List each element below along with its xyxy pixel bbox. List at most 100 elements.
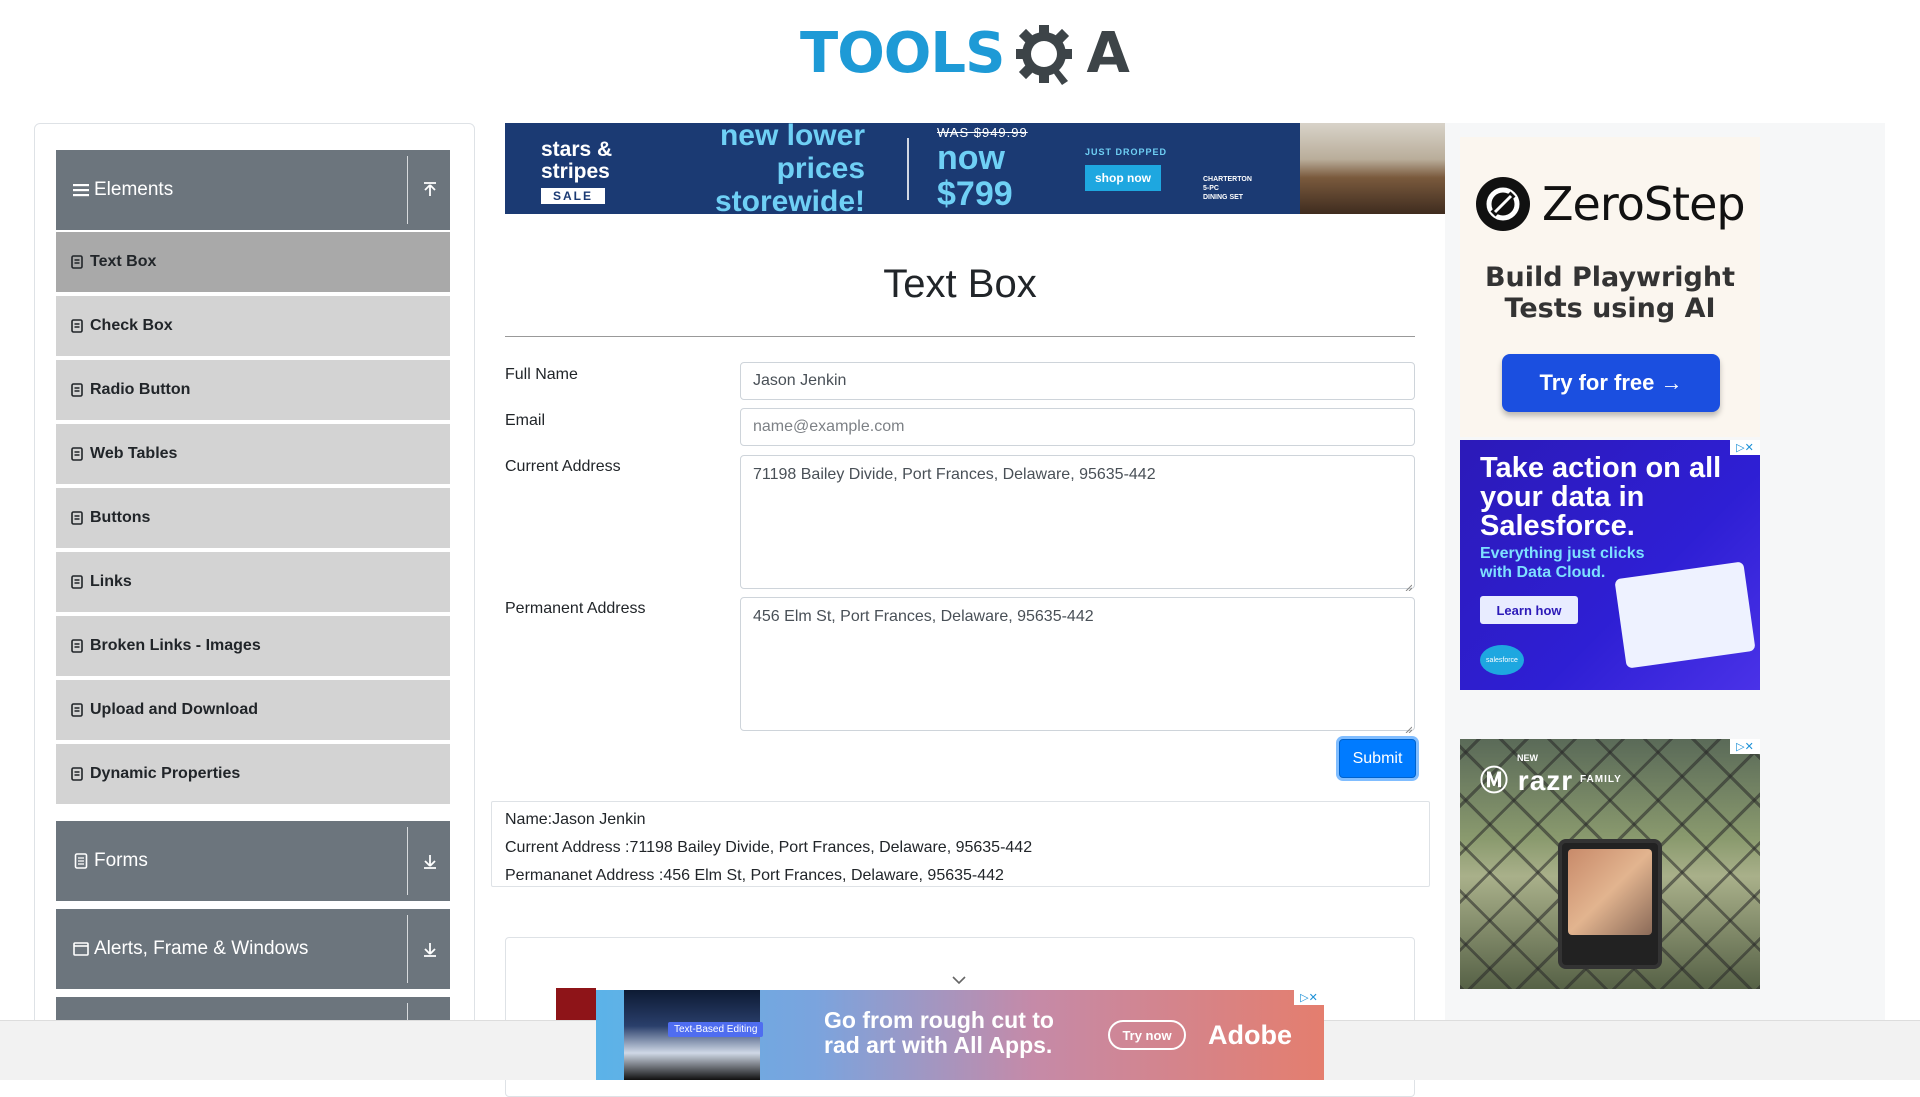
output-current-address: Current Address :71198 Bailey Divide, Po…	[505, 839, 1033, 856]
phone-illustration	[1558, 839, 1662, 969]
divider	[407, 156, 408, 224]
list-icon	[71, 639, 83, 653]
submit-button[interactable]: Submit	[1339, 739, 1416, 778]
ad-text: storewide!	[714, 185, 865, 214]
razr-brand: Ⓜ razr	[1480, 759, 1573, 799]
sidebar-item-text-box[interactable]: Text Box	[56, 230, 450, 292]
permanent-address-text: 456 Elm St, Port Frances, Delaware, 9563…	[753, 608, 1094, 625]
list-icon	[71, 511, 83, 525]
email-label: Email	[505, 412, 546, 429]
ad-choices-close-icon[interactable]: ▷✕	[1730, 739, 1760, 754]
sidebar-group-forms[interactable]: Forms	[56, 821, 450, 901]
list-icon	[71, 447, 83, 461]
sidebar-item-label: Buttons	[90, 509, 151, 526]
output-name: Name:Jason Jenkin	[505, 811, 646, 828]
sidebar-group-title: Forms	[94, 850, 148, 871]
zerostep-logo-icon	[1476, 177, 1530, 231]
ad-choices-close-icon[interactable]: ▷✕	[1730, 440, 1760, 455]
current-address-label: Current Address	[505, 458, 621, 475]
sidebar-item-web-tables[interactable]: Web Tables	[56, 422, 450, 484]
adobe-bottom-ad[interactable]: Text-Based Editing Go from rough cut to …	[596, 990, 1324, 1080]
ad-product-name: CHARTERTON 5-PC DINING SET	[1203, 175, 1263, 202]
razr-brand-text: razr	[1517, 765, 1574, 796]
logo-text-tools: TOOLS	[800, 21, 1005, 86]
ad-price: WAS $949.99 now $799	[937, 125, 1077, 212]
sidebar-item-label: Web Tables	[90, 445, 178, 462]
ad-dining-photo	[1300, 123, 1445, 214]
sidebar-item-radio-button[interactable]: Radio Button	[56, 358, 450, 420]
current-address-text: 71198 Bailey Divide, Port Frances, Delaw…	[753, 466, 1156, 483]
list-icon	[71, 383, 83, 397]
divider	[407, 827, 408, 895]
divider	[907, 137, 909, 200]
razr-family-label: FAMILY	[1580, 774, 1622, 785]
ad-shop-now-button[interactable]: shop now	[1085, 164, 1161, 191]
sidebar: Elements Text Box Check Box Radio Button…	[34, 123, 475, 1080]
chevron-down-icon[interactable]	[951, 972, 967, 985]
sidebar-item-broken-links[interactable]: Broken Links - Images	[56, 614, 450, 676]
window-icon	[72, 940, 90, 958]
salesforce-ad[interactable]: Take action on all your data in Salesfor…	[1460, 440, 1760, 690]
ad-headline: new lower prices storewide!	[655, 123, 865, 214]
output-box: Name:Jason Jenkin Current Address :71198…	[491, 801, 1430, 887]
sidebar-item-label: Broken Links - Images	[90, 637, 261, 654]
resize-handle-icon[interactable]	[1404, 720, 1413, 734]
expand-down-icon[interactable]	[420, 939, 440, 959]
sidebar-item-label: Upload and Download	[90, 701, 258, 718]
collapse-up-icon[interactable]	[420, 180, 440, 200]
zerostep-ad[interactable]: ZeroStep Build Playwright Tests using AI…	[1460, 137, 1760, 437]
motorola-logo-icon: Ⓜ	[1480, 765, 1510, 796]
razr-ad[interactable]: NEW Ⓜ razr FAMILY ▷✕	[1460, 739, 1760, 989]
sidebar-group-alerts[interactable]: Alerts, Frame & Windows	[56, 909, 450, 989]
ad-was-price: WAS $949.99	[937, 125, 1028, 140]
output-permanent-address: Permananet Address :456 Elm St, Port Fra…	[505, 867, 1004, 884]
sidebar-item-label: Check Box	[90, 317, 173, 334]
zerostep-brand: ZeroStep	[1542, 177, 1746, 231]
email-input[interactable]: name@example.com	[740, 408, 1415, 446]
current-address-textarea[interactable]: 71198 Bailey Divide, Port Frances, Delaw…	[740, 455, 1415, 592]
ad-now-price: now $799	[937, 139, 1013, 213]
document-icon	[72, 852, 90, 870]
hamburger-icon	[72, 181, 90, 199]
sidebar-item-links[interactable]: Links	[56, 550, 450, 612]
ad-text: DINING SET	[1203, 194, 1244, 201]
sidebar-item-dynamic-properties[interactable]: Dynamic Properties	[56, 742, 450, 804]
adobe-brand: Adobe	[1208, 1020, 1292, 1050]
phone-screen	[1568, 849, 1652, 935]
ad-text: JUST DROPPED	[1085, 146, 1168, 157]
salesforce-headline: Take action on all your data in Salesfor…	[1480, 452, 1722, 542]
expand-down-icon[interactable]	[420, 851, 440, 871]
logo-text-a: A	[1086, 21, 1130, 86]
top-ad-banner[interactable]: stars & stripes SALE new lower prices st…	[505, 123, 1445, 214]
full-name-input[interactable]: Jason Jenkin	[740, 362, 1415, 400]
sidebar-item-label: Radio Button	[90, 381, 191, 398]
ad-stars-stripes: stars & stripes SALE	[505, 123, 615, 214]
sidebar-item-check-box[interactable]: Check Box	[56, 294, 450, 356]
try-now-button[interactable]: Try now	[1108, 1020, 1186, 1050]
divider	[407, 915, 408, 983]
sidebar-item-upload-download[interactable]: Upload and Download	[56, 678, 450, 740]
list-icon	[71, 703, 83, 717]
ad-text: Build Playwright	[1484, 262, 1736, 293]
permanent-address-textarea[interactable]: 456 Elm St, Port Frances, Delaware, 9563…	[740, 597, 1415, 734]
sidebar-group-elements[interactable]: Elements	[56, 150, 450, 230]
ad-dashboard-illustration	[1614, 561, 1756, 669]
ad-headline: Go from rough cut to rad art with All Ap…	[824, 1007, 1054, 1058]
gear-q-icon	[1010, 19, 1080, 89]
toolsqa-logo[interactable]: TOOLS A	[800, 14, 1130, 94]
sidebar-group-title: Elements	[94, 179, 174, 200]
zerostep-tagline: Build Playwright Tests using AI	[1460, 262, 1760, 324]
list-icon	[71, 255, 83, 269]
ad-red-fragment	[556, 988, 596, 1022]
permanent-address-label: Permanent Address	[505, 600, 646, 617]
ad-choices-close-icon[interactable]: ▷✕	[1294, 990, 1324, 1005]
try-for-free-button[interactable]: Try for free →	[1502, 354, 1720, 412]
learn-how-button[interactable]: Learn how	[1480, 596, 1578, 624]
sidebar-item-buttons[interactable]: Buttons	[56, 486, 450, 548]
ad-drop: JUST DROPPED shop now	[1085, 147, 1185, 191]
sidebar-item-label: Dynamic Properties	[90, 765, 241, 782]
ad-text: Tests using AI	[1504, 293, 1716, 324]
resize-handle-icon[interactable]	[1404, 578, 1413, 592]
ad-text: CHARTERTON	[1203, 176, 1252, 183]
ad-text: stars &	[541, 138, 613, 161]
